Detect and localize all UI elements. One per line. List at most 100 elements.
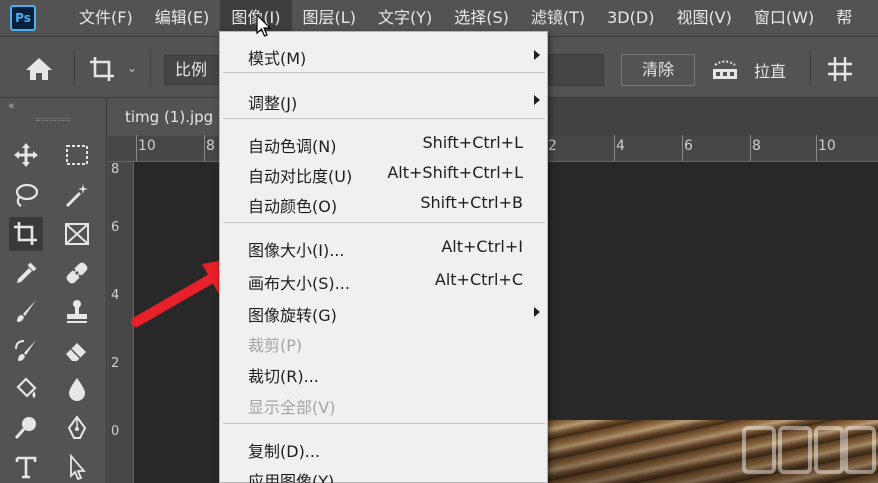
ruler-tick [682,135,683,161]
menu-item-trim[interactable]: 裁切(R)... [220,358,549,388]
ruler-label: 10 [138,138,156,154]
ruler-label: 6 [684,138,693,154]
photoshop-logo-icon: Ps [10,5,36,31]
menu-item-label: 裁切(R)... [248,367,319,386]
ruler-tick [816,135,817,161]
document-tab[interactable]: timg (1).jpg [108,98,220,136]
submenu-arrow-icon [534,50,540,60]
menu-item-crop: 裁剪(P) [220,327,549,357]
clear-button[interactable]: 清除 [621,54,695,86]
menu-item-canvas-size[interactable]: 画布大小(S)... Alt+Ctrl+C [220,265,549,295]
crop-tool-icon[interactable] [9,217,43,251]
eyedropper-tool-icon[interactable] [9,256,43,290]
submenu-arrow-icon [534,307,540,317]
menu-item-shortcut: Alt+Ctrl+I [441,237,523,256]
chevron-down-icon[interactable]: ⌄ [127,61,137,75]
menu-item-shortcut: Alt+Ctrl+C [434,270,523,289]
menu-item-shortcut: Alt+Shift+Ctrl+L [387,163,523,182]
ruler-label: 4 [111,288,120,303]
pen-tool-icon[interactable] [60,411,94,445]
menu-item-mode[interactable]: 模式(M) [220,40,549,70]
menu-item-label: 复制(D)... [248,442,321,461]
ruler-label: 10 [818,138,836,154]
clone-stamp-tool-icon[interactable] [60,294,94,328]
site-watermark-icon [742,426,876,474]
collapse-panel-icon[interactable]: « [8,99,15,112]
ruler-label: 2 [548,138,557,154]
menu-3d[interactable]: 3D(D) [596,0,665,36]
menu-separator [223,423,545,424]
home-icon[interactable] [24,56,54,82]
menu-edit[interactable]: 编辑(E) [144,0,221,36]
menu-item-apply-image[interactable]: 应用图像(Y)... [220,463,549,483]
marquee-tool-icon[interactable] [60,138,94,172]
toolbox: « [0,98,107,483]
crop-tool-preset-icon[interactable] [88,55,118,83]
move-tool-icon[interactable] [9,138,43,172]
lasso-tool-icon[interactable] [9,178,43,212]
dodge-tool-icon[interactable] [9,411,43,445]
menu-item-label: 裁剪(P) [248,336,303,355]
menu-item-auto-tone[interactable]: 自动色调(N) Shift+Ctrl+L [220,128,549,158]
image-menu-dropdown: 模式(M) 调整(J) 自动色调(N) Shift+Ctrl+L 自动对比度(U… [219,31,548,483]
toolbox-grip[interactable] [36,118,70,121]
ruler-label: 4 [616,138,625,154]
blur-tool-icon[interactable] [60,372,94,406]
ruler-label: 8 [752,138,761,154]
ruler-label: 8 [111,162,120,177]
menu-item-label: 自动色调(N) [248,137,337,156]
path-selection-tool-icon[interactable] [60,450,94,483]
menu-item-label: 显示全部(V) [248,398,336,417]
ruler-tick [204,135,205,161]
frame-tool-icon[interactable] [60,217,94,251]
options-divider [150,51,151,85]
options-divider [810,51,811,85]
menu-item-label: 调整(J) [248,94,298,113]
healing-brush-tool-icon[interactable] [60,256,94,290]
ruler-tick [136,135,137,161]
options-divider [74,51,75,85]
ruler-label: 8 [206,138,215,154]
ruler-label: 0 [111,424,120,439]
menu-item-shortcut: Shift+Ctrl+B [420,193,523,212]
menu-item-adjustments[interactable]: 调整(J) [220,85,549,115]
menu-item-image-rotation[interactable]: 图像旋转(G) [220,297,549,327]
menu-separator [223,222,545,223]
grid-overlay-icon[interactable] [826,55,854,83]
menu-separator [223,72,545,73]
ruler-label: 6 [111,220,120,235]
menu-item-reveal-all: 显示全部(V) [220,389,549,419]
menu-item-label: 应用图像(Y)... [248,472,350,483]
menu-item-label: 图像大小(I)... [248,241,345,260]
mouse-cursor-icon [256,14,272,37]
menu-item-image-size[interactable]: 图像大小(I)... Alt+Ctrl+I [220,232,549,262]
crop-height-input[interactable] [548,54,604,86]
menu-item-label: 图像旋转(G) [248,306,337,325]
menu-view[interactable]: 视图(V) [665,0,742,36]
menu-item-duplicate[interactable]: 复制(D)... [220,433,549,463]
straighten-label[interactable]: 拉直 [754,58,786,82]
ruler-tick [750,135,751,161]
menu-item-label: 模式(M) [248,49,307,68]
menu-file[interactable]: 文件(F) [68,0,144,36]
magic-wand-tool-icon[interactable] [60,178,94,212]
menu-item-label: 画布大小(S)... [248,274,350,293]
paint-bucket-tool-icon[interactable] [9,372,43,406]
submenu-arrow-icon [534,95,540,105]
menu-item-auto-color[interactable]: 自动颜色(O) Shift+Ctrl+B [220,188,549,218]
menu-item-shortcut: Shift+Ctrl+L [422,133,523,152]
menu-window[interactable]: 窗口(W) [743,0,825,36]
straighten-icon[interactable] [710,57,740,83]
menu-item-label: 自动颜色(O) [248,197,338,216]
menu-item-label: 自动对比度(U) [248,167,353,186]
history-brush-tool-icon[interactable] [9,334,43,368]
type-tool-icon[interactable] [9,450,43,483]
eraser-tool-icon[interactable] [60,334,94,368]
ruler-tick [614,135,615,161]
crop-ratio-select[interactable]: 比例 [164,55,224,85]
menu-item-auto-contrast[interactable]: 自动对比度(U) Alt+Shift+Ctrl+L [220,158,549,188]
brush-tool-icon[interactable] [9,294,43,328]
ruler-label: 2 [111,356,120,371]
menu-separator [223,118,545,119]
menu-help[interactable]: 帮 [825,0,863,36]
